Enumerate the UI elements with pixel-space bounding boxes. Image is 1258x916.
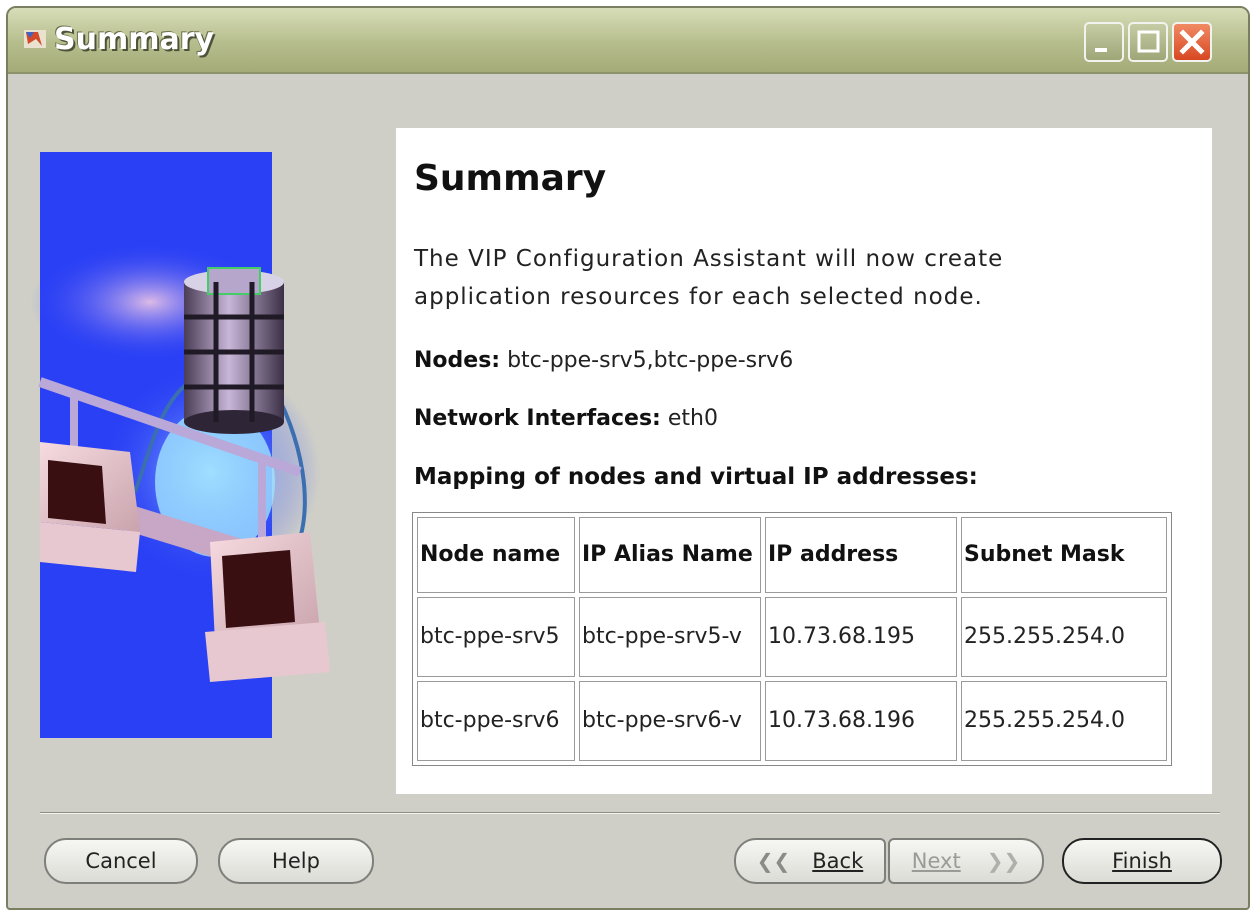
network-interfaces-line: Network Interfaces: eth0	[414, 406, 718, 431]
column-header-ip-address: IP address	[765, 517, 957, 593]
mapping-heading: Mapping of nodes and virtual IP addresse…	[414, 464, 978, 490]
cell-ip-alias-name: btc-ppe-srv5-v	[579, 597, 761, 677]
maximize-icon	[1137, 30, 1160, 53]
next-button[interactable]: Next ❯❯	[888, 838, 1044, 884]
table-row: btc-ppe-srv6 btc-ppe-srv6-v 10.73.68.196…	[417, 681, 1167, 761]
close-button[interactable]	[1172, 22, 1212, 62]
network-interfaces-label: Network Interfaces:	[414, 406, 661, 431]
chevron-right-icon: ❯❯	[986, 849, 1021, 873]
table-header-row: Node name IP Alias Name IP address Subne…	[417, 517, 1167, 593]
cell-subnet-mask: 255.255.254.0	[961, 597, 1167, 677]
wizard-window: Summary Summary The VIP Configuration As…	[6, 6, 1250, 910]
cell-node-name: btc-ppe-srv6	[417, 681, 575, 761]
cancel-button-label: Cancel	[85, 849, 157, 873]
computer-monitor-right	[205, 532, 330, 682]
summary-panel: Summary The VIP Configuration Assistant …	[396, 128, 1212, 794]
column-header-node-name: Node name	[417, 517, 575, 593]
button-bar-separator	[40, 812, 1220, 814]
database-cylinder	[184, 267, 284, 434]
network-interfaces-value: eth0	[667, 406, 718, 431]
finish-button-label: Finish	[1112, 849, 1172, 873]
cell-node-name: btc-ppe-srv5	[417, 597, 575, 677]
cell-ip-address: 10.73.68.195	[765, 597, 957, 677]
column-header-subnet-mask: Subnet Mask	[961, 517, 1167, 593]
help-button-label: Help	[272, 849, 320, 873]
table-row: btc-ppe-srv5 btc-ppe-srv5-v 10.73.68.195…	[417, 597, 1167, 677]
close-icon	[1179, 29, 1205, 55]
back-button[interactable]: ❮❮ Back	[734, 838, 886, 884]
cell-subnet-mask: 255.255.254.0	[961, 681, 1167, 761]
cancel-button[interactable]: Cancel	[44, 838, 198, 884]
help-button[interactable]: Help	[218, 838, 374, 884]
back-button-label: Back	[812, 849, 864, 873]
nodes-label: Nodes:	[414, 348, 501, 373]
title-bar[interactable]: Summary	[8, 8, 1248, 74]
nodes-line: Nodes: btc-ppe-srv5,btc-ppe-srv6	[414, 348, 793, 373]
wizard-banner-image	[30, 152, 330, 738]
page-title: Summary	[414, 158, 607, 199]
window-title: Summary	[54, 22, 215, 57]
maximize-button[interactable]	[1128, 22, 1168, 62]
minimize-button[interactable]	[1084, 22, 1124, 62]
cell-ip-alias-name: btc-ppe-srv6-v	[579, 681, 761, 761]
summary-description: The VIP Configuration Assistant will now…	[414, 246, 1004, 310]
node-ip-mapping-table: Node name IP Alias Name IP address Subne…	[412, 512, 1172, 766]
finish-button[interactable]: Finish	[1062, 838, 1222, 884]
network-database-illustration	[30, 242, 330, 682]
next-button-label: Next	[911, 849, 961, 873]
chevron-left-icon: ❮❮	[756, 849, 791, 873]
column-header-ip-alias-name: IP Alias Name	[579, 517, 761, 593]
minimize-icon	[1095, 48, 1107, 52]
computer-monitor-left	[40, 442, 140, 572]
oracle-installer-icon	[24, 30, 46, 48]
cell-ip-address: 10.73.68.196	[765, 681, 957, 761]
nodes-value: btc-ppe-srv5,btc-ppe-srv6	[507, 348, 794, 373]
